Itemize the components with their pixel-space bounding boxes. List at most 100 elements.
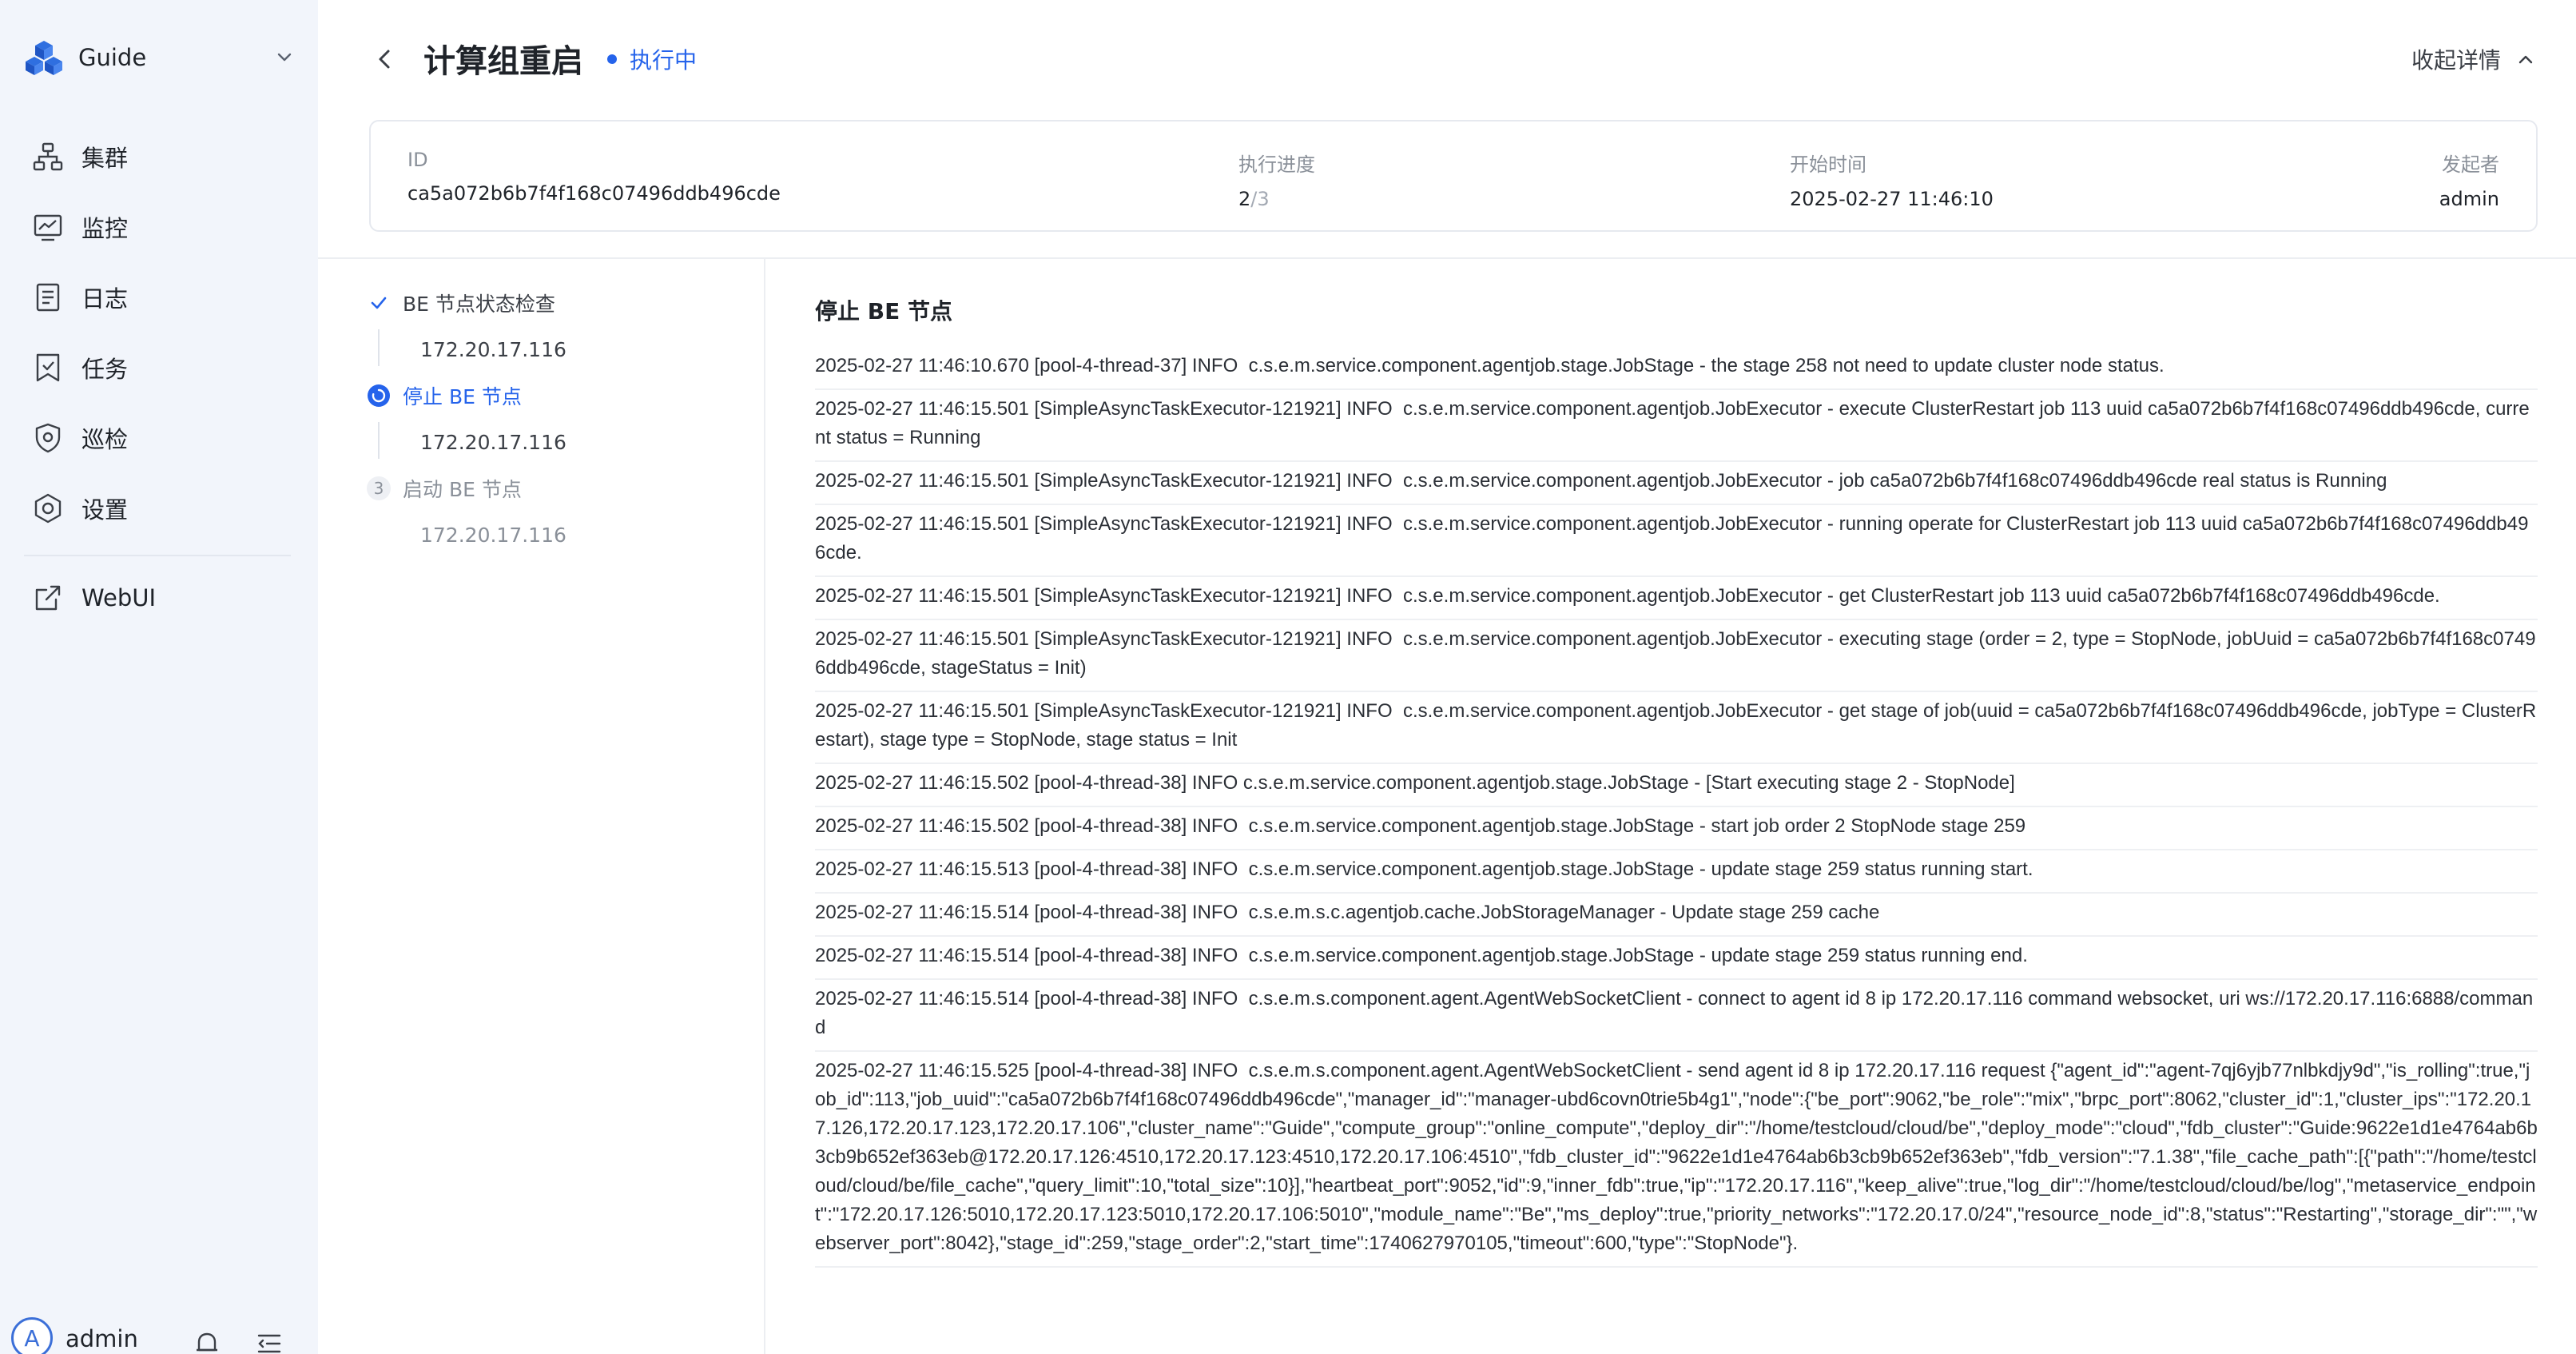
log-list: 2025-02-27 11:46:10.670 [pool-4-thread-3…: [815, 347, 2538, 1268]
step-node[interactable]: 172.20.17.116: [366, 512, 749, 558]
step-node[interactable]: 172.20.17.116: [366, 326, 749, 372]
sidebar: Guide 集群 监控 日志 任务 巡检 设置 WebUI A admin: [0, 0, 318, 1354]
sidebar-item-settings[interactable]: 设置: [24, 473, 296, 544]
sidebar-item-label: 监控: [81, 215, 129, 242]
avatar[interactable]: A: [11, 1317, 53, 1354]
step-title: 启动 BE 节点: [403, 478, 522, 501]
info-initiator: 发起者 admin: [2439, 149, 2499, 210]
step-number: 3: [367, 476, 391, 500]
sidebar-item-label: 集群: [81, 145, 129, 172]
info-label: 发起者: [2442, 153, 2499, 176]
log-title: 停止 BE 节点: [815, 298, 952, 325]
username: admin: [66, 1325, 138, 1352]
log-line: 2025-02-27 11:46:15.502 [pool-4-thread-3…: [815, 764, 2538, 807]
sidebar-nav: 集群 监控 日志 任务 巡检 设置: [24, 121, 296, 544]
sidebar-item-log[interactable]: 日志: [24, 262, 296, 333]
step-connector: [378, 329, 380, 366]
inspection-icon: [35, 423, 61, 453]
step-marker: [366, 383, 392, 408]
logo-icon: [26, 41, 62, 75]
sidebar-item-cluster[interactable]: 集群: [24, 121, 296, 192]
cluster-name: Guide: [78, 44, 147, 71]
steps-divider: [764, 259, 765, 1354]
start-time-value: 2025-02-27 11:46:10: [1790, 188, 1994, 210]
step-item[interactable]: 停止 BE 节点: [366, 372, 749, 419]
log-line: 2025-02-27 11:46:15.501 [SimpleAsyncTask…: [815, 692, 2538, 764]
log-line: 2025-02-27 11:46:15.514 [pool-4-thread-3…: [815, 937, 2538, 980]
sidebar-item-label: 任务: [81, 356, 129, 383]
task-icon: [36, 353, 60, 382]
check-icon: [371, 297, 387, 309]
log-line: 2025-02-27 11:46:15.501 [SimpleAsyncTask…: [815, 620, 2538, 692]
back-arrow-icon[interactable]: [371, 43, 398, 75]
collapse-details-button[interactable]: 收起详情: [2411, 43, 2536, 75]
log-line: 2025-02-27 11:46:15.513 [pool-4-thread-3…: [815, 850, 2538, 894]
sidebar-item-monitor[interactable]: 监控: [24, 192, 296, 262]
sidebar-webui: WebUI: [24, 563, 296, 633]
sidebar-divider: [24, 555, 291, 556]
step-node-ip: 172.20.17.116: [420, 523, 566, 547]
step-title: 停止 BE 节点: [403, 385, 522, 408]
sidebar-item-task[interactable]: 任务: [24, 333, 296, 403]
collapse-details-label: 收起详情: [2411, 47, 2501, 74]
sidebar-item-label: WebUI: [81, 584, 157, 611]
cluster-icon: [33, 142, 63, 171]
app-root: Guide 集群 监控 日志 任务 巡检 设置 WebUI A admin 计算…: [0, 0, 2576, 1354]
job-id-value: ca5a072b6b7f4f168c07496ddb496cde: [407, 182, 781, 205]
sidebar-item-inspection[interactable]: 巡检: [24, 403, 296, 473]
log-line: 2025-02-27 11:46:10.670 [pool-4-thread-3…: [815, 347, 2538, 390]
log-line: 2025-02-27 11:46:15.525 [pool-4-thread-3…: [815, 1052, 2538, 1268]
page-header: 计算组重启 执行中 收起详情: [318, 0, 2576, 117]
main-content: 计算组重启 执行中 收起详情 ID ca5a072b6b7f4f168c0749…: [318, 0, 2576, 1354]
status-dot: [607, 54, 617, 64]
monitor-icon: [34, 214, 62, 241]
progress-done: 2: [1238, 188, 1251, 210]
chevron-down-icon: [277, 53, 292, 62]
log-line: 2025-02-27 11:46:15.501 [SimpleAsyncTask…: [815, 462, 2538, 505]
external-link-icon: [35, 585, 61, 611]
log-icon: [36, 283, 60, 312]
page-title: 计算组重启: [423, 43, 583, 80]
content-divider: [318, 257, 2576, 259]
status-text: 执行中: [630, 47, 698, 74]
sidebar-item-label: 设置: [81, 496, 129, 524]
step-marker: 3: [366, 476, 392, 501]
progress-total: /3: [1250, 188, 1270, 210]
info-label: ID: [407, 149, 428, 171]
bell-icon[interactable]: [192, 1328, 222, 1354]
collapse-sidebar-icon[interactable]: [254, 1328, 284, 1354]
step-node-ip: 172.20.17.116: [420, 337, 566, 361]
sidebar-item-label: 日志: [81, 285, 129, 313]
step-connector: [378, 422, 380, 459]
step-item[interactable]: BE 节点状态检查: [366, 280, 749, 326]
log-line: 2025-02-27 11:46:15.514 [pool-4-thread-3…: [815, 980, 2538, 1052]
log-panel[interactable]: 停止 BE 节点 2025-02-27 11:46:10.670 [pool-4…: [815, 294, 2538, 1354]
job-info-card: ID ca5a072b6b7f4f168c07496ddb496cde 执行进度…: [369, 120, 2538, 232]
log-line: 2025-02-27 11:46:15.514 [pool-4-thread-3…: [815, 894, 2538, 937]
info-progress: 执行进度 2/3: [1238, 149, 1315, 210]
step-connector: [378, 515, 380, 552]
chevron-up-icon: [2518, 55, 2533, 64]
log-line: 2025-02-27 11:46:15.501 [SimpleAsyncTask…: [815, 390, 2538, 462]
info-label: 执行进度: [1238, 153, 1315, 176]
log-line: 2025-02-27 11:46:15.501 [SimpleAsyncTask…: [815, 577, 2538, 620]
log-line: 2025-02-27 11:46:15.501 [SimpleAsyncTask…: [815, 505, 2538, 577]
log-line: 2025-02-27 11:46:15.502 [pool-4-thread-3…: [815, 807, 2538, 850]
info-id: ID ca5a072b6b7f4f168c07496ddb496cde: [407, 149, 781, 205]
sidebar-footer: A admin: [11, 1317, 307, 1354]
step-marker: [366, 290, 392, 316]
initiator-value: admin: [2439, 188, 2499, 210]
status-badge: 执行中: [607, 43, 697, 75]
settings-icon: [34, 493, 62, 524]
sidebar-item-label: 巡检: [81, 426, 129, 453]
progress-value: 2/3: [1238, 188, 1315, 210]
sidebar-item-webui[interactable]: WebUI: [24, 563, 296, 633]
step-item[interactable]: 3 启动 BE 节点: [366, 465, 749, 512]
step-list: BE 节点状态检查 172.20.17.116 停止 BE 节点 172.20.…: [366, 280, 749, 558]
info-start-time: 开始时间 2025-02-27 11:46:10: [1790, 149, 1994, 210]
cluster-switcher[interactable]: Guide: [24, 35, 296, 80]
loading-icon: [368, 384, 390, 407]
step-node[interactable]: 172.20.17.116: [366, 419, 749, 465]
step-title: BE 节点状态检查: [403, 293, 555, 316]
step-node-ip: 172.20.17.116: [420, 430, 566, 454]
